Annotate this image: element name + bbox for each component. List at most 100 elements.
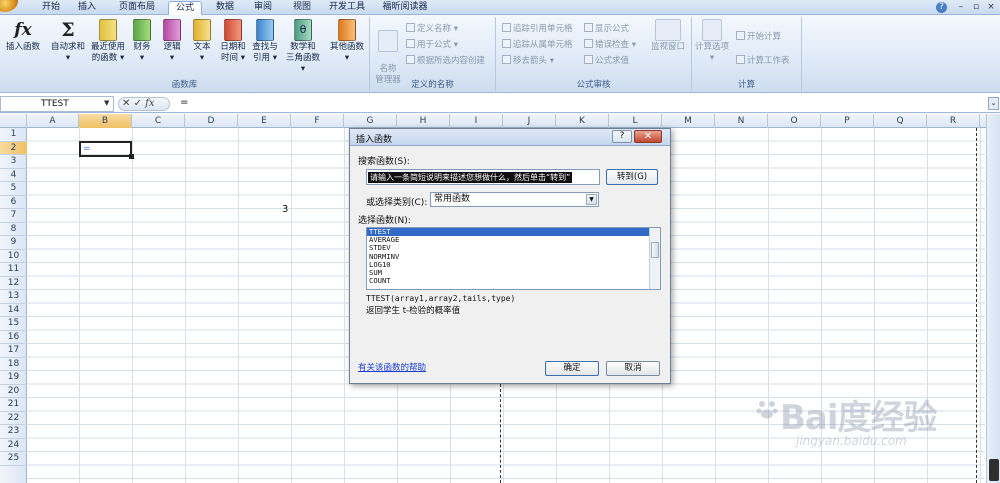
column-header-d[interactable]: D xyxy=(185,114,238,128)
financial-button[interactable]: 财务 ▾ xyxy=(130,19,154,64)
function-item-average[interactable]: AVERAGE xyxy=(367,235,660,244)
row-header-15[interactable]: 15 xyxy=(0,317,27,331)
function-list-scrollbar[interactable] xyxy=(649,228,660,289)
name-box[interactable]: TTEST xyxy=(0,96,114,112)
math-trig-button[interactable]: θ 数学和 三角函数 ▾ xyxy=(283,19,323,75)
row-header-3[interactable]: 3 xyxy=(0,155,27,169)
calculation-options-button[interactable]: 计算选项 ▾ xyxy=(694,19,730,64)
column-header-o[interactable]: O xyxy=(768,114,821,128)
row-header-9[interactable]: 9 xyxy=(0,236,27,250)
column-header-p[interactable]: P xyxy=(821,114,874,128)
row-header-21[interactable]: 21 xyxy=(0,398,27,412)
row-header-25[interactable]: 25 xyxy=(0,452,27,466)
row-header-1[interactable]: 1 xyxy=(0,128,27,142)
tab-page-layout[interactable]: 页面布局 xyxy=(112,1,162,15)
row-header-20[interactable]: 20 xyxy=(0,385,27,398)
column-header-j[interactable]: J xyxy=(503,114,556,128)
cancel-button[interactable]: 取消 xyxy=(606,361,660,376)
column-header-k[interactable]: K xyxy=(556,114,609,128)
function-item-ttest[interactable]: TTEST xyxy=(367,228,660,237)
row-header-19[interactable]: 19 xyxy=(0,371,27,385)
tab-developer[interactable]: 开发工具 xyxy=(325,1,369,15)
show-formulas-button[interactable]: 显示公式 xyxy=(584,23,629,35)
create-from-selection-button[interactable]: 根据所选内容创建 xyxy=(406,55,485,67)
close-icon[interactable]: × xyxy=(985,2,997,13)
column-header-f[interactable]: F xyxy=(291,114,344,128)
select-all-corner[interactable] xyxy=(0,114,27,128)
row-header-17[interactable]: 17 xyxy=(0,344,27,358)
tab-home[interactable]: 开始 xyxy=(36,1,66,15)
office-button[interactable] xyxy=(0,0,18,12)
restore-icon[interactable]: ▫ xyxy=(970,2,982,13)
column-header-a[interactable]: A xyxy=(27,114,79,128)
name-manager-button[interactable]: 名称 管理器 xyxy=(372,19,404,86)
row-header-7[interactable]: 7 xyxy=(0,209,27,223)
column-header-q[interactable]: Q xyxy=(874,114,927,128)
column-header-e[interactable]: E xyxy=(238,114,291,128)
tab-view[interactable]: 视图 xyxy=(287,1,317,15)
text-button[interactable]: 文本 ▾ xyxy=(190,19,214,64)
recent-functions-button[interactable]: 最近使用 的函数 ▾ xyxy=(88,19,128,64)
row-header-16[interactable]: 16 xyxy=(0,331,27,344)
fx-icon[interactable]: fx xyxy=(145,98,154,109)
expand-formula-bar-icon[interactable]: ⌄ xyxy=(988,97,999,110)
row-header-14[interactable]: 14 xyxy=(0,304,27,317)
row-header-2[interactable]: 2 xyxy=(0,141,27,155)
function-item-norminv[interactable]: NORMINV xyxy=(367,252,660,261)
go-button[interactable]: 转到(G) xyxy=(606,169,658,185)
function-item-log10[interactable]: LOG10 xyxy=(367,260,660,269)
trace-dependents-button[interactable]: 追踪从属单元格 xyxy=(502,39,573,51)
formula-input[interactable]: = xyxy=(180,97,188,108)
column-header-b[interactable]: B xyxy=(79,114,132,128)
date-time-button[interactable]: 日期和 时间 ▾ xyxy=(218,19,248,64)
scrollbar-thumb[interactable] xyxy=(989,459,999,481)
column-header-m[interactable]: M xyxy=(662,114,715,128)
row-header-10[interactable]: 10 xyxy=(0,250,27,263)
function-list[interactable]: TTEST AVERAGE STDEV NORMINV LOG10 SUM CO… xyxy=(366,227,661,290)
column-header-g[interactable]: G xyxy=(344,114,397,128)
tab-insert[interactable]: 插入 xyxy=(72,1,102,15)
tab-foxit[interactable]: 福昕阅读器 xyxy=(377,1,433,15)
category-dropdown-icon[interactable]: ▼ xyxy=(586,194,597,205)
column-header-i[interactable]: I xyxy=(450,114,503,128)
row-header-6[interactable]: 6 xyxy=(0,196,27,209)
row-header-12[interactable]: 12 xyxy=(0,277,27,290)
minimize-icon[interactable]: – xyxy=(955,2,967,13)
tab-review[interactable]: 审阅 xyxy=(248,1,278,15)
cancel-icon[interactable]: ✕ xyxy=(122,98,130,109)
row-header-23[interactable]: 23 xyxy=(0,425,27,439)
row-header-22[interactable]: 22 xyxy=(0,412,27,425)
enter-icon[interactable]: ✓ xyxy=(134,98,142,109)
lookup-reference-button[interactable]: 查找与 引用 ▾ xyxy=(250,19,280,64)
category-select[interactable]: 常用函数 ▼ xyxy=(430,192,599,207)
logical-button[interactable]: 逻辑 ▾ xyxy=(160,19,184,64)
selected-cell-B2[interactable]: = xyxy=(79,141,134,159)
tab-formulas[interactable]: 公式 xyxy=(168,1,202,15)
help-icon[interactable]: ? xyxy=(936,2,947,13)
search-function-input[interactable]: 请输入一条简短说明来描述您想做什么，然后单击“转到” xyxy=(366,169,600,185)
function-item-count[interactable]: COUNT xyxy=(367,276,660,285)
row-header-4[interactable]: 4 xyxy=(0,169,27,182)
column-header-c[interactable]: C xyxy=(132,114,185,128)
column-header-n[interactable]: N xyxy=(715,114,768,128)
watch-window-button[interactable]: 监视窗口 xyxy=(646,19,690,53)
more-functions-button[interactable]: 其他函数 ▾ xyxy=(327,19,367,64)
row-header-8[interactable]: 8 xyxy=(0,223,27,236)
dialog-title-bar[interactable]: 插入函数 ? ✕ xyxy=(350,129,670,146)
row-header-11[interactable]: 11 xyxy=(0,263,27,277)
function-help-link[interactable]: 有关该函数的帮助 xyxy=(358,361,426,373)
function-item-sum[interactable]: SUM xyxy=(367,268,660,277)
autosum-button[interactable]: Σ 自动求和 ▾ xyxy=(48,19,88,64)
evaluate-formula-button[interactable]: 公式求值 xyxy=(584,55,629,67)
trace-precedents-button[interactable]: 追踪引用单元格 xyxy=(502,23,573,35)
insert-function-button[interactable]: fx 插入函数 xyxy=(3,19,43,53)
vertical-scrollbar[interactable] xyxy=(986,114,1000,483)
dialog-help-icon[interactable]: ? xyxy=(612,130,632,143)
column-header-h[interactable]: H xyxy=(397,114,450,128)
row-header-18[interactable]: 18 xyxy=(0,358,27,371)
function-item-stdev[interactable]: STDEV xyxy=(367,244,660,252)
remove-arrows-button[interactable]: 移去箭头 ▾ xyxy=(502,55,554,67)
fill-handle[interactable] xyxy=(129,154,134,159)
define-name-button[interactable]: 定义名称 ▾ xyxy=(406,23,458,35)
function-list-scroll-thumb[interactable] xyxy=(651,242,659,258)
